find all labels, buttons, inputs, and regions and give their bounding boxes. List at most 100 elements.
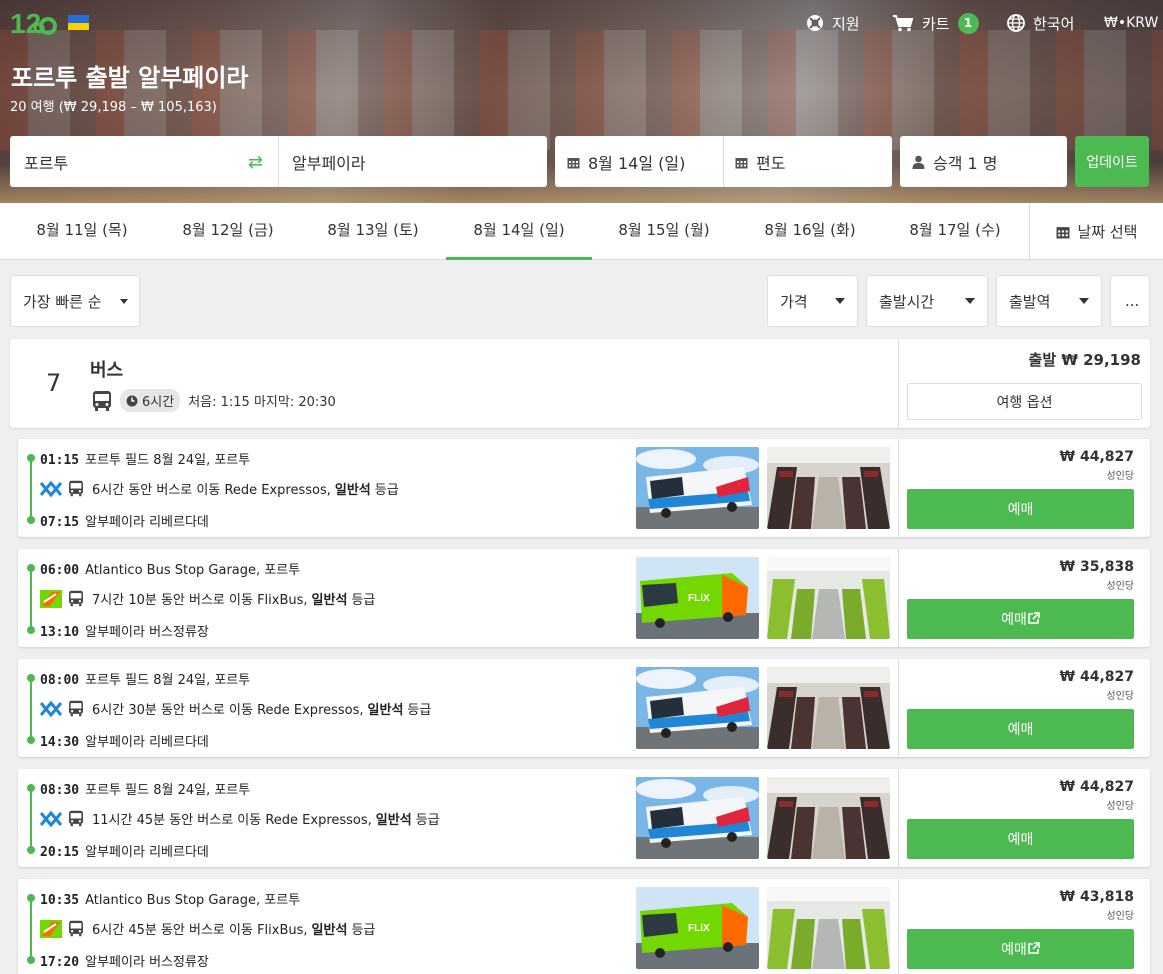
trip-card[interactable]: 08:30 포르투 필드 8월 24일, 포르투 11시간 45분 동안 버스로 … [18, 769, 1150, 867]
svg-text:FLiX: FLiX [688, 593, 710, 604]
arrival-place: 알부페이라 버스정류장 [85, 955, 209, 970]
bus-exterior-photo[interactable] [636, 667, 759, 749]
date-tab[interactable]: 8월 17일 (수) [882, 203, 1028, 260]
trip-description: 6시간 동안 버스로 이동 Rede Expressos, 일반석 등급 [40, 479, 399, 498]
date-tab[interactable]: 8월 13일 (토) [300, 203, 446, 260]
trip-price: ₩ 44,827 [1059, 779, 1134, 795]
route-line [30, 677, 32, 739]
to-input[interactable]: 알부페이라 [292, 150, 366, 174]
date-tab[interactable]: 8월 16일 (화) [737, 203, 883, 260]
seat-class-suffix: 등급 [351, 923, 376, 938]
divider [278, 136, 279, 187]
book-button[interactable]: 예매 [907, 819, 1134, 859]
rede-expressos-logo-icon [40, 810, 62, 827]
arrival-info: 14:30 알부페이라 리베르다데 [40, 731, 209, 750]
date-tab[interactable]: 8월 12일 (금) [155, 203, 301, 260]
departure-info: 10:35 Atlantico Bus Stop Garage, 포르투 [40, 889, 300, 908]
trip-price: ₩ 44,827 [1059, 669, 1134, 685]
chevron-down-icon [120, 299, 128, 304]
more-filters-button[interactable]: ... [1110, 275, 1150, 327]
book-button[interactable]: 예매 [907, 489, 1134, 529]
cart-link[interactable]: 카트 1 [892, 12, 979, 34]
departure-time-filter-label: 출발시간 [879, 292, 935, 311]
arrival-dot [27, 956, 35, 964]
departure-dot [27, 454, 35, 462]
support-link[interactable]: 지원 [806, 12, 860, 34]
arrival-info: 13:10 알부페이라 버스정류장 [40, 621, 209, 640]
date-strip: 8월 11일 (목) 8월 12일 (금) 8월 13일 (토) 8월 14일 … [0, 203, 1163, 260]
date-picker-button[interactable]: 날짜 선택 [1029, 203, 1163, 260]
bus-interior-photo[interactable] [767, 447, 890, 529]
book-button[interactable]: 예매 [907, 929, 1134, 969]
price-filter[interactable]: 가격 [767, 275, 858, 327]
from-input[interactable]: 포르투 [24, 150, 68, 174]
trip-card[interactable]: 10:35 Atlantico Bus Stop Garage, 포르투 6시간 … [18, 879, 1150, 974]
book-label: 예매 [1007, 722, 1034, 738]
departure-time: 08:00 [40, 673, 80, 688]
calendar-icon [735, 157, 748, 168]
bus-icon [93, 390, 111, 411]
arrival-dot [27, 626, 35, 634]
departure-info: 06:00 Atlantico Bus Stop Garage, 포르투 [40, 559, 300, 578]
bus-interior-photo[interactable] [767, 777, 890, 859]
bus-exterior-photo[interactable] [636, 777, 759, 859]
bus-exterior-photo[interactable] [636, 447, 759, 529]
return-date-value: 편도 [756, 154, 786, 173]
bus-summary: 7 버스 6시간 처음: 1:15 마지막: 20:30 출발 ₩ 29,198… [10, 339, 1150, 428]
bus-icon [69, 480, 83, 497]
trip-duration-operator: 6시간 45분 동안 버스로 이동 FlixBus, [92, 923, 308, 938]
trip-options-button[interactable]: 여행 옵션 [907, 383, 1142, 420]
route-line [30, 787, 32, 849]
trip-duration-operator: 7시간 10분 동안 버스로 이동 FlixBus, [92, 593, 308, 608]
trip-card[interactable]: 06:00 Atlantico Bus Stop Garage, 포르투 7시간 … [18, 549, 1150, 647]
price-per-adult: 성인당 [1106, 801, 1134, 812]
external-link-icon [1028, 942, 1040, 954]
book-button[interactable]: 예매 [907, 709, 1134, 749]
seat-class: 일반석 [311, 923, 348, 938]
trip-description: 11시간 45분 동안 버스로 이동 Rede Expressos, 일반석 등급 [40, 809, 440, 828]
update-button[interactable]: 업데이트 [1075, 136, 1149, 187]
duration-badge: 6시간 [120, 389, 181, 412]
bus-interior-photo[interactable] [767, 667, 890, 749]
seat-class-suffix: 등급 [415, 813, 440, 828]
12go-logo[interactable]: 12 [10, 6, 58, 40]
date-tab[interactable]: 8월 11일 (목) [9, 203, 155, 260]
arrival-dot [27, 846, 35, 854]
passengers-field[interactable]: 승객 1 명 [900, 136, 1067, 187]
divider [898, 879, 899, 974]
trip-card[interactable]: 08:00 포르투 필드 8월 24일, 포르투 6시간 30분 동안 버스로 이… [18, 659, 1150, 757]
book-button[interactable]: 예매 [907, 599, 1134, 639]
trip-card[interactable]: 01:15 포르투 필드 8월 24일, 포르투 6시간 동안 버스로 이동 Re… [18, 439, 1150, 537]
sort-dropdown[interactable]: 가장 빠른 순 [10, 275, 140, 327]
currency-selector[interactable]: ₩•KRW [1104, 12, 1158, 34]
divider [898, 339, 899, 428]
rede-expressos-logo-icon [40, 700, 62, 717]
bus-interior-photo[interactable] [767, 887, 890, 969]
departure-date-field[interactable]: 8월 14일 (일) [567, 150, 685, 174]
chevron-down-icon [835, 298, 845, 304]
ukraine-flag-icon [68, 15, 89, 30]
arrival-dot [27, 736, 35, 744]
bus-interior-photo[interactable] [767, 557, 890, 639]
return-date-field[interactable]: 편도 [735, 150, 785, 174]
summary-info: 6시간 처음: 1:15 마지막: 20:30 [92, 389, 336, 412]
departure-dot [27, 784, 35, 792]
date-tab-active[interactable]: 8월 14일 (일) [446, 203, 592, 260]
route-line [30, 457, 32, 519]
more-filters-label: ... [1125, 292, 1140, 310]
bus-exterior-photo[interactable]: FLiX [636, 887, 759, 969]
departure-station-filter[interactable]: 출발역 [996, 275, 1102, 327]
trip-duration-operator: 11시간 45분 동안 버스로 이동 Rede Expressos, [92, 813, 372, 828]
departure-time-filter[interactable]: 출발시간 [866, 275, 988, 327]
route-title: 포르투 출발 알부페이라 [11, 64, 249, 92]
arrival-place: 알부페이라 리베르다데 [85, 735, 209, 750]
clock-icon [126, 395, 138, 406]
date-tab[interactable]: 8월 15일 (월) [591, 203, 737, 260]
swap-icon[interactable]: ⇄ [248, 152, 263, 173]
departure-place: Atlantico Bus Stop Garage, 포르투 [85, 893, 301, 908]
language-selector[interactable]: 한국어 [1007, 12, 1074, 34]
person-icon [912, 155, 925, 169]
departure-place: Atlantico Bus Stop Garage, 포르투 [85, 563, 301, 578]
bus-exterior-photo[interactable]: FLiX [636, 557, 759, 639]
arrival-info: 20:15 알부페이라 리베르다데 [40, 841, 209, 860]
